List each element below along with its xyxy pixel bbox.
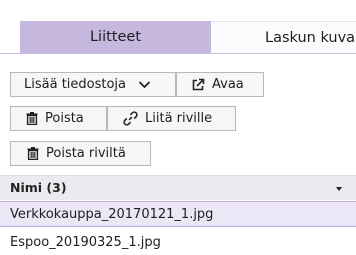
tab-attachments-label: Liitteet [89,29,142,45]
open-button[interactable]: Avaa [176,72,264,97]
file-row[interactable]: Verkkokauppa_20170121_1.jpg [0,201,356,227]
file-name: Verkkokauppa_20170121_1.jpg [10,206,214,222]
delete-label: Poista [45,111,84,126]
name-column-title: Nimi (3) [10,180,67,195]
file-name: Espoo_20190325_1.jpg [10,234,161,250]
chevron-down-icon[interactable] [138,80,151,89]
attach-to-row-label: Liitä riville [145,111,213,126]
open-external-icon [191,78,205,92]
open-label: Avaa [212,77,244,92]
attach-to-row-button[interactable]: Liitä riville [107,106,236,131]
tab-invoice-image-label: Laskun kuva [265,29,356,46]
tab-attachments[interactable]: Liitteet [20,21,211,53]
add-files-button[interactable]: Lisää tiedostoja [10,72,176,97]
file-row[interactable]: Espoo_20190325_1.jpg [0,229,356,255]
name-column-header[interactable]: Nimi (3) [0,175,356,200]
link-icon [123,111,138,126]
remove-from-row-label: Poista riviltä [46,146,126,161]
delete-button[interactable]: Poista [10,106,107,131]
tab-bar: Liitteet Laskun kuva [0,0,356,54]
trash-icon [26,112,38,125]
trash-icon [27,147,39,160]
add-files-label: Lisää tiedostoja [24,77,127,92]
remove-from-row-button[interactable]: Poista riviltä [10,141,151,166]
sort-caret-icon[interactable] [336,187,342,191]
tab-invoice-image[interactable]: Laskun kuva [211,21,356,53]
